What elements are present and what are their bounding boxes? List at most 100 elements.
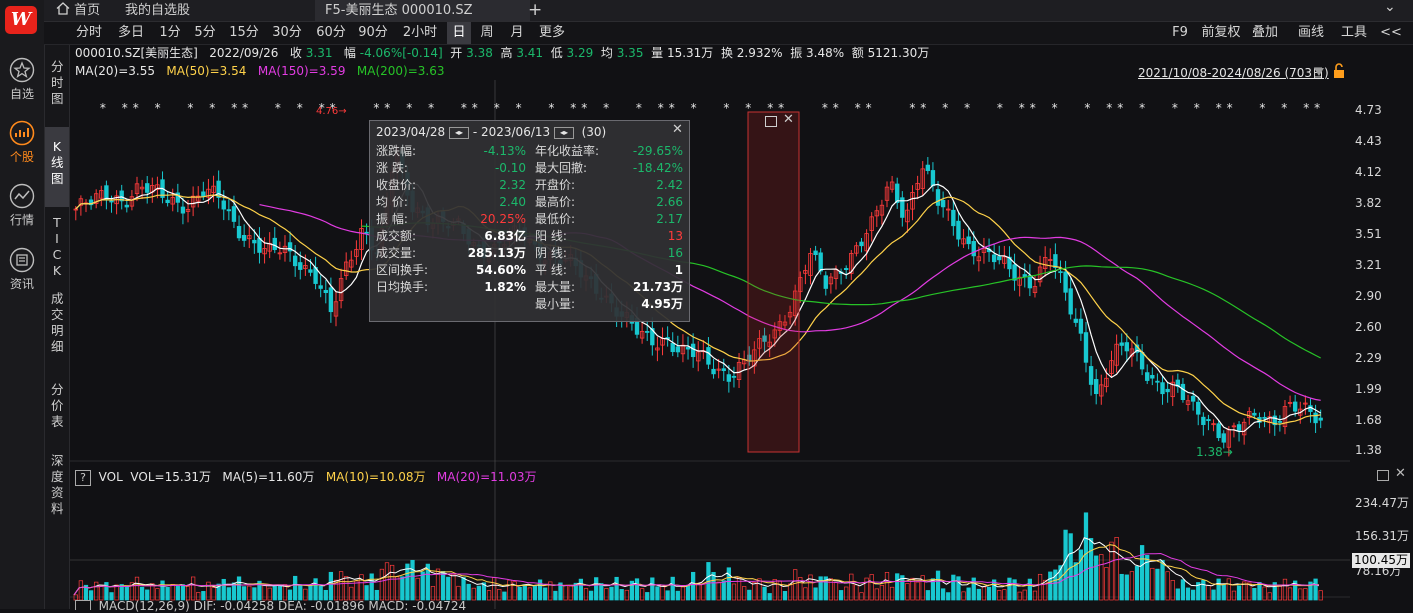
period-30min[interactable]: 30分 (269, 22, 305, 44)
volume-bar (675, 590, 680, 601)
vol-ma5: MA(5)=11.60万 (222, 470, 315, 484)
popup-header: 2023/04/28 ◂▸ - 2023/06/13 ◂▸ (30) (376, 124, 606, 141)
event-marker: * (275, 101, 281, 115)
chevron-down-icon[interactable]: ⌄ (1384, 0, 1396, 21)
subtab-price-distribution[interactable]: 分价表 (45, 382, 69, 436)
close-icon[interactable]: ✕ (783, 112, 794, 127)
candle-body (645, 331, 650, 333)
popup-stat-row: 涨跌幅: -4.13% (376, 143, 526, 160)
volume-bar (946, 592, 951, 601)
close-icon[interactable]: ✕ (1395, 466, 1406, 481)
close-icon[interactable]: ✕ (672, 122, 683, 137)
sidebar-item-watchlist[interactable]: 自选 (0, 57, 44, 102)
candle-body (685, 347, 691, 350)
popup-end-date[interactable]: - 2023/06/13 (473, 125, 550, 139)
popup-stat-row: 成交额: 6.83亿 (376, 228, 526, 245)
f9-button[interactable]: F9 (1168, 22, 1192, 44)
low-value: 3.29 (566, 46, 594, 60)
maximize-icon[interactable] (765, 116, 777, 127)
candle-body (675, 346, 681, 353)
volume-bar (849, 573, 854, 601)
collapse-button[interactable]: << (1380, 22, 1402, 44)
popup-stat-label: 年化收益率: (535, 144, 600, 158)
sidebar-item-news[interactable]: 资讯 (0, 247, 44, 292)
volume-bar (1236, 585, 1242, 601)
event-marker: * (855, 101, 861, 115)
candle-body (1201, 416, 1206, 425)
range-dropdown-icon[interactable] (1313, 67, 1325, 77)
volume-bar (476, 585, 481, 601)
tab-stock-active[interactable]: F5-美丽生态 000010.SZ (315, 0, 530, 21)
event-marker: * (570, 101, 576, 115)
popup-stat-label: 振 幅: (376, 212, 408, 226)
volume-value: 15.31万 (666, 46, 714, 60)
candle-body (1190, 395, 1196, 402)
candle-body (1221, 433, 1226, 443)
subtab-intraday[interactable]: 分时图 (45, 59, 69, 113)
sidebar-item-market[interactable]: 行情 (0, 183, 44, 228)
step-arrows-icon[interactable]: ◂▸ (449, 127, 469, 139)
tools-button[interactable]: 工具 (1339, 22, 1369, 44)
event-marker: * (920, 101, 926, 115)
volume-bar (180, 584, 186, 601)
date-range-label[interactable]: 2021/10/08-2024/08/26 (703日) (1138, 64, 1329, 81)
event-marker: * (1117, 101, 1123, 115)
candle-body (721, 368, 726, 372)
maximize-icon[interactable] (1377, 470, 1389, 481)
overlay-button[interactable]: 叠加 (1250, 22, 1280, 44)
popup-start-date[interactable]: 2023/04/28 (376, 125, 445, 139)
stock-chart-icon (9, 120, 35, 146)
period-month[interactable]: 月 (506, 22, 528, 44)
forward-adjust-button[interactable]: 前复权 (1199, 22, 1243, 44)
subtab-trade-detail[interactable]: 成交明细 (45, 291, 69, 361)
subtab-deep-data[interactable]: 深度资料 (45, 453, 69, 523)
vol-value: VOL=15.31万 (130, 470, 211, 484)
period-15min[interactable]: 15分 (226, 22, 262, 44)
popup-stat-value: 20.25% (480, 212, 526, 226)
popup-stat-value: -18.42% (632, 161, 683, 175)
volume-bar (328, 571, 334, 601)
sidebar-item-stock[interactable]: 个股 (0, 120, 44, 165)
popup-stat-label: 涨跌幅: (376, 144, 417, 158)
volume-bar (1155, 568, 1160, 601)
period-week[interactable]: 周 (476, 22, 498, 44)
volume-bar (1165, 571, 1170, 601)
candle-body (930, 170, 936, 187)
period-1min[interactable]: 1分 (154, 22, 186, 44)
period-5min[interactable]: 5分 (190, 22, 220, 44)
event-marker: * (1216, 101, 1222, 115)
draw-line-button[interactable]: 画线 (1296, 22, 1326, 44)
period-intraday[interactable]: 分时 (72, 22, 106, 44)
tab-home[interactable]: 首页 (56, 0, 100, 21)
step-arrows-icon[interactable]: ◂▸ (553, 127, 574, 139)
event-marker: * (1281, 101, 1287, 115)
avg-value: 3.35 (616, 46, 644, 60)
volume-bar (578, 578, 584, 601)
subtab-tick[interactable]: TICK (45, 215, 69, 285)
subtab-kline[interactable]: K线图 (45, 127, 69, 207)
candle-body (1088, 366, 1094, 385)
period-day[interactable]: 日 (447, 22, 471, 44)
lock-icon[interactable] (1332, 63, 1346, 79)
period-multi-day[interactable]: 多日 (114, 22, 148, 44)
popup-stat-row: 最高价: 2.66 (535, 194, 683, 211)
price-tick: 1.38 (1355, 443, 1382, 457)
kline-chart[interactable]: * * * * * * * * * * * * * * * * * * * * * * * * * * * * * * * * * * * * * * * *… (70, 80, 1350, 609)
volume-bar (318, 585, 323, 601)
popup-stat-value: 285.13万 (467, 246, 526, 260)
period-more[interactable]: 更多 (535, 22, 569, 44)
period-60min[interactable]: 60分 (313, 22, 349, 44)
period-90min[interactable]: 90分 (355, 22, 391, 44)
volume-bar (1206, 585, 1211, 601)
volume-bar (1185, 587, 1191, 601)
tab-watchlist[interactable]: 我的自选股 (125, 0, 190, 21)
new-tab-button[interactable]: + (528, 0, 542, 21)
app-logo[interactable]: W (5, 6, 37, 34)
popup-stat-value: 21.73万 (633, 280, 683, 294)
amplitude-value: 3.48% (806, 46, 845, 60)
volume-bar (410, 559, 415, 601)
help-icon[interactable]: ? (75, 470, 91, 486)
popup-stat-row: 收盘价: 2.32 (376, 177, 526, 194)
period-2hour[interactable]: 2小时 (397, 22, 443, 44)
vol-ma10: MA(10)=10.08万 (325, 470, 426, 484)
